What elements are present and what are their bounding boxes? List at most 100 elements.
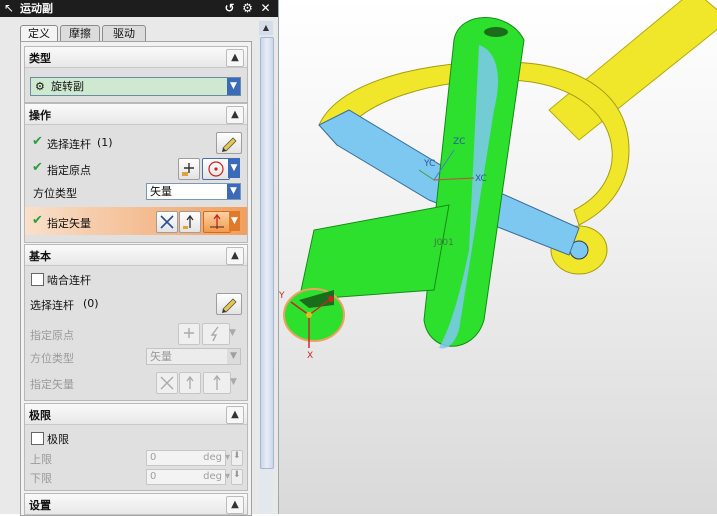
- section-operation-header[interactable]: 操作 ▲: [25, 104, 247, 125]
- gear-icon[interactable]: ⚙: [240, 1, 255, 16]
- tab-content: 类型 ▲ ⚙ 旋转副 ▼ 操作 ▲ ✔ 选择连杆 (1) ✔ 指定原点 ▼ 方位…: [20, 41, 252, 516]
- vector-dialog-button[interactable]: [179, 211, 201, 233]
- orient-type-label: 方位类型: [33, 187, 77, 200]
- limit-checkbox-row[interactable]: 极限: [25, 428, 247, 448]
- section-operation: 操作 ▲ ✔ 选择连杆 (1) ✔ 指定原点 ▼ 方位类型 矢量 ▼ ✔ 指定矢…: [24, 103, 248, 243]
- pencil-icon: [222, 298, 237, 313]
- chevron-down-icon: ▼: [229, 328, 236, 338]
- base-select-link-button[interactable]: [216, 293, 242, 315]
- chevron-down-icon: ▼: [230, 377, 237, 387]
- mesh-link-label: 啮合连杆: [47, 274, 91, 287]
- link-hole: [484, 27, 508, 37]
- base-vector-dialog-button: [179, 372, 201, 394]
- upper-limit-row: 上限 0 deg ▾ ⬇: [25, 449, 247, 467]
- reset-icon[interactable]: ↺: [222, 1, 237, 16]
- reverse-direction-button[interactable]: [156, 211, 178, 233]
- select-link-count: (1): [97, 136, 113, 149]
- section-settings: 设置 ▲: [24, 493, 248, 515]
- base-reverse-button: [156, 372, 178, 394]
- joint-label: J001: [433, 238, 454, 248]
- section-base-header[interactable]: 基本 ▲: [25, 245, 247, 266]
- section-type: 类型 ▲ ⚙ 旋转副 ▼: [24, 46, 248, 103]
- select-link-button[interactable]: [216, 132, 242, 154]
- chevron-down-icon: ▾: [225, 471, 231, 482]
- base-orient-label: 方位类型: [30, 352, 74, 365]
- section-limits-header[interactable]: 极限 ▲: [25, 404, 247, 425]
- vector-type-dropdown[interactable]: ▼: [229, 211, 240, 231]
- crank-handle: [548, 0, 717, 141]
- point-type-dropdown[interactable]: ▼: [228, 158, 240, 178]
- section-type-header[interactable]: 类型 ▲: [25, 47, 247, 68]
- limit-checkbox[interactable]: [31, 432, 44, 445]
- chevron-down-icon[interactable]: ▼: [227, 184, 240, 199]
- select-link-row[interactable]: ✔ 选择连杆 (1): [25, 130, 247, 154]
- vector-tip: [328, 296, 334, 302]
- y-label: Y: [279, 291, 285, 301]
- orient-type-dropdown[interactable]: 矢量 ▼: [146, 183, 241, 200]
- base-select-link-row[interactable]: 选择连杆 (0): [25, 291, 247, 315]
- orient-type-row: 方位类型 矢量 ▼: [25, 182, 247, 202]
- graphics-viewport[interactable]: ZC YC XC J001 Y X: [279, 0, 717, 514]
- green-shaft: [298, 204, 450, 301]
- mesh-link-checkbox[interactable]: [31, 273, 44, 286]
- point-dialog-icon: [182, 163, 194, 176]
- check-icon: ✔: [32, 134, 43, 149]
- section-limits-label: 极限: [29, 409, 51, 422]
- mesh-link-row[interactable]: 啮合连杆: [25, 269, 247, 289]
- chevron-down-icon[interactable]: ▼: [229, 211, 240, 231]
- lower-limit-label: 下限: [30, 472, 52, 485]
- base-select-link-label: 选择连杆: [30, 299, 74, 312]
- vector-type-button[interactable]: [203, 211, 231, 233]
- base-orient-dropdown: 矢量 ▼: [146, 348, 241, 365]
- origin-row[interactable]: ✔ 指定原点 ▼: [25, 156, 247, 180]
- x-label: X: [307, 351, 313, 361]
- check-icon: ✔: [32, 160, 43, 175]
- tab-drive[interactable]: 驱动: [102, 25, 146, 42]
- circle-center-icon: [208, 161, 224, 177]
- joint-type-dropdown[interactable]: ⚙ 旋转副 ▼: [30, 77, 241, 96]
- chevron-up-icon[interactable]: ▲: [226, 406, 244, 424]
- section-base: 基本 ▲ 啮合连杆 选择连杆 (0) 指定原点 ▼ 方位类型 矢量 ▼ 指定矢量…: [24, 244, 248, 401]
- upper-limit-value: 0: [150, 452, 157, 463]
- section-settings-header[interactable]: 设置 ▲: [25, 494, 247, 515]
- scroll-thumb[interactable]: [260, 37, 274, 469]
- zc-label: ZC: [453, 137, 465, 147]
- chevron-down-icon[interactable]: ▼: [227, 78, 240, 95]
- origin-point: [306, 312, 312, 318]
- chevron-up-icon[interactable]: ▲: [226, 49, 244, 67]
- base-origin-label: 指定原点: [30, 329, 74, 342]
- upper-limit-unit: deg: [203, 452, 222, 463]
- point-dialog-button[interactable]: [178, 158, 200, 180]
- origin-label: 指定原点: [47, 164, 91, 177]
- vector-row[interactable]: ✔ 指定矢量 ▼: [25, 207, 247, 235]
- close-icon[interactable]: ✕: [258, 1, 273, 16]
- vector-dialog-icon: [183, 214, 194, 229]
- arrow-down-icon: ⬇: [233, 470, 241, 480]
- chevron-up-icon[interactable]: ▲: [226, 496, 244, 514]
- lower-limit-value: 0: [150, 471, 157, 482]
- section-operation-label: 操作: [29, 109, 51, 122]
- base-point-type-button: [202, 323, 230, 345]
- lower-limit-row: 下限 0 deg ▾ ⬇: [25, 468, 247, 486]
- base-orient-row: 方位类型 矢量 ▼: [25, 347, 247, 367]
- upper-limit-menu: ⬇: [231, 450, 243, 466]
- chevron-up-icon[interactable]: ▲: [226, 106, 244, 124]
- chevron-down-icon[interactable]: ▼: [228, 158, 240, 178]
- dialog-title: 运动副: [20, 2, 53, 15]
- lower-limit-input: 0 deg: [146, 469, 226, 485]
- panel-scrollbar[interactable]: ▲: [259, 21, 274, 514]
- point-type-button[interactable]: [202, 158, 230, 180]
- inferred-vector-icon: [213, 374, 221, 390]
- chevron-up-icon[interactable]: ▲: [226, 247, 244, 265]
- scroll-up-arrow[interactable]: ▲: [259, 21, 273, 35]
- mechanism-model: ZC YC XC J001 Y X: [279, 0, 717, 361]
- tab-friction[interactable]: 摩擦: [60, 25, 100, 42]
- section-type-label: 类型: [29, 52, 51, 65]
- revolute-joint-icon: ⚙: [35, 80, 45, 93]
- reverse-direction-icon: [160, 376, 174, 390]
- vector-dialog-icon: [186, 375, 194, 389]
- base-vector-label: 指定矢量: [30, 378, 74, 391]
- upper-limit-label: 上限: [30, 453, 52, 466]
- dialog-titlebar: ↖ 运动副 ↺ ⚙ ✕: [0, 0, 278, 17]
- chevron-down-icon: ▼: [227, 349, 240, 364]
